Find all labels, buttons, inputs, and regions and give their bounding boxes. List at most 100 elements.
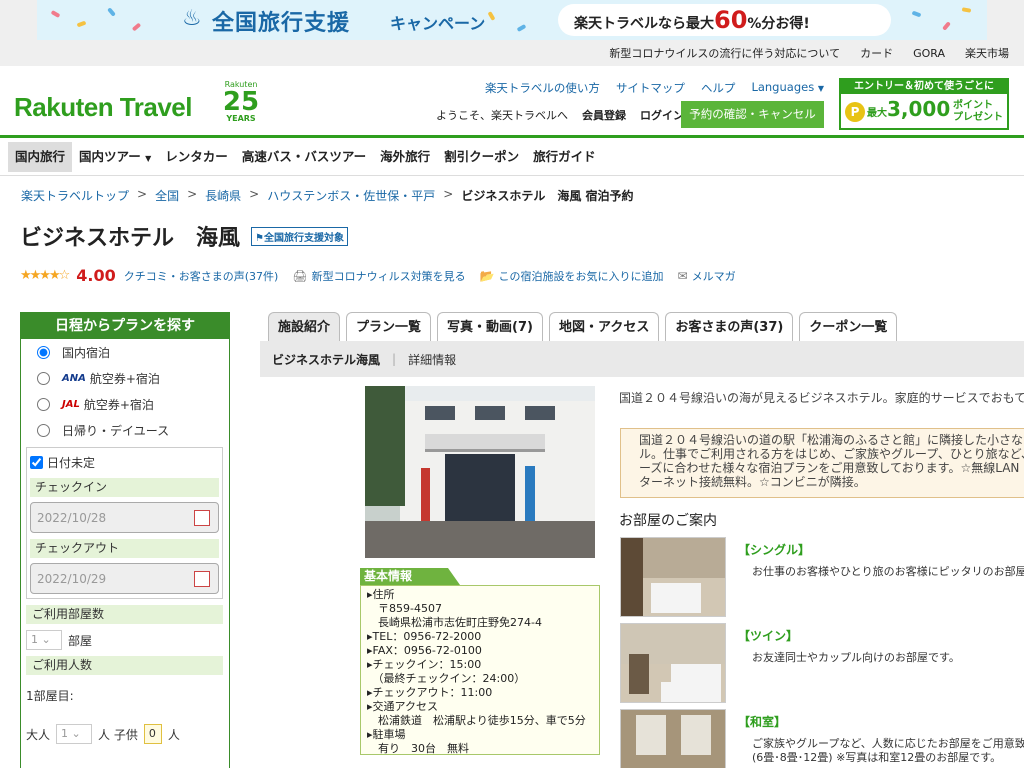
tab-reviews[interactable]: お客さまの声(37) (665, 312, 794, 341)
topnav-covid-link[interactable]: 新型コロナウイルスの流行に伴う対応について (609, 45, 840, 61)
room-photo-washitsu[interactable] (620, 709, 726, 768)
room-bed (651, 583, 701, 613)
photo-window (525, 406, 555, 420)
room-photo-single[interactable] (620, 537, 726, 617)
option-ana-flight-stay[interactable]: ANA 航空券+宿泊 (21, 365, 229, 391)
reservation-confirm-button[interactable]: 予約の確認・キャンセル (681, 101, 824, 128)
room-text-line: ご家族やグループなど、人数に応じたお部屋をご用意致します。 (752, 737, 1024, 750)
photo-tree (365, 386, 405, 506)
option-label: 国内宿泊 (62, 345, 111, 360)
languages-dropdown[interactable]: Languages ▼ (751, 80, 824, 96)
room-text: ご家族やグループなど、人数に応じたお部屋をご用意致します。(6畳･8畳･12畳)… (752, 737, 1024, 765)
room-shoji (681, 715, 711, 755)
mailmag-link[interactable]: メルマガ (692, 268, 736, 284)
option-domestic-stay[interactable]: 国内宿泊 (21, 339, 229, 365)
basic-info-line: ▸住所 (367, 588, 395, 601)
campaign-banner[interactable]: ♨ 全国旅行支援 キャンペーン 楽天トラベルなら最大60%分お得! ▶ (37, 0, 987, 40)
adult-select[interactable]: 1 ⌄ (56, 724, 93, 744)
subtab-bar: ビジネスホテル海風 | 詳細情報 (260, 341, 1024, 377)
subtab-sep: | (392, 352, 397, 366)
sitemap-link[interactable]: サイトマップ (616, 80, 685, 96)
rooms-unit: 部屋 (68, 633, 93, 648)
rakuten-travel-logo[interactable]: Rakuten Travel (14, 92, 192, 123)
rooms-count-select[interactable]: 1 ⌄ (26, 630, 62, 650)
promo-point: ポイント (953, 100, 993, 111)
radio-ana[interactable] (37, 371, 50, 385)
option-jal-flight-stay[interactable]: JAL 航空券+宿泊 (21, 391, 229, 417)
radio-jal[interactable] (37, 397, 50, 411)
topnav-gora-link[interactable]: GORA (913, 47, 945, 60)
basic-info-line: 〒859-4507 (367, 602, 442, 615)
tab-facility-intro[interactable]: 施設紹介 (268, 312, 341, 341)
confetti-decoration (131, 22, 142, 32)
option-label: 航空券+宿泊 (89, 371, 160, 386)
header-links: 楽天トラベルの使い方 サイトマップ ヘルプ Languages ▼ (485, 80, 824, 96)
covid-measures-link[interactable]: 新型コロナウィルス対策を見る (312, 268, 466, 284)
rooms-count-value: 1 (31, 633, 38, 646)
tab-map[interactable]: 地図・アクセス (548, 312, 660, 341)
years-label: YEARS (226, 114, 256, 123)
travel-support-tag[interactable]: ⚑全国旅行支援対象 (251, 227, 348, 246)
sidebar-title: 日程からプランを探す (21, 313, 229, 339)
radio-dayuse[interactable] (37, 423, 50, 437)
checkin-input[interactable]: 2022/10/28 (30, 502, 219, 533)
subtab-details[interactable]: 詳細情報 (408, 351, 456, 368)
photo-banner-flag (421, 468, 430, 523)
promo-max: 最大 (867, 108, 887, 119)
add-favorite-link[interactable]: この宿泊施設をお気に入りに追加 (499, 268, 664, 284)
help-link[interactable]: ヘルプ (701, 80, 736, 96)
years-number: 25 (222, 87, 260, 117)
tab-coupons[interactable]: クーポン一覧 (799, 312, 898, 341)
point-promo-banner[interactable]: エントリー＆初めて使うごとに P 最大3,000 ポイント プレゼント (839, 78, 1009, 130)
gnav-rentacar[interactable]: レンタカー (158, 142, 235, 172)
breadcrumb-sep: > (187, 187, 198, 201)
25-years-badge: Rakuten 25 YEARS (221, 81, 261, 123)
checkout-input[interactable]: 2022/10/29 (30, 563, 219, 594)
gnav-overseas[interactable]: 海外旅行 (373, 142, 437, 172)
option-dayuse[interactable]: 日帰り・デイユース (21, 417, 229, 443)
room-item: 【シングル】 お仕事のお客様やひとり旅のお客様にピッタリのお部屋です。 (620, 537, 1024, 617)
photo-canopy (425, 434, 545, 452)
subtab-hotel[interactable]: ビジネスホテル海風 (272, 351, 380, 368)
basic-info-line: ▸交通アクセス (367, 700, 438, 713)
date-undecided-checkbox[interactable]: 日付未定 (30, 452, 219, 472)
people-row: 大人 1 ⌄ 人 子供 0 人 (21, 704, 229, 744)
calendar-icon[interactable] (194, 510, 210, 526)
basic-info: 基本情報 ▸住所 〒859-4507 長崎県松浦市志佐町庄野免274-4 ▸TE… (360, 568, 600, 756)
confetti-decoration (50, 10, 61, 18)
topnav-card-link[interactable]: カード (860, 45, 893, 61)
confetti-decoration (76, 20, 87, 28)
reviews-link[interactable]: クチコミ・お客さまの声(37件) (124, 268, 279, 284)
confetti-decoration (516, 24, 527, 32)
tab-plans[interactable]: プラン一覧 (346, 312, 432, 341)
login-link[interactable]: ログイン (640, 107, 684, 123)
room-photo-twin[interactable] (620, 623, 726, 703)
howto-link[interactable]: 楽天トラベルの使い方 (485, 80, 600, 96)
gnav-domestic[interactable]: 国内旅行 (8, 141, 73, 172)
date-undecided-input[interactable] (30, 455, 43, 469)
breadcrumb-top[interactable]: 楽天トラベルトップ (21, 187, 129, 204)
gnav-guide[interactable]: 旅行ガイド (526, 142, 603, 172)
hotel-catchcopy: 国道２０４号線沿いの海が見えるビジネスホテル。家庭的サービスでおもてなし (619, 391, 1024, 405)
promo-present: プレゼント (953, 112, 1003, 123)
hotel-exterior-photo[interactable] (365, 386, 595, 558)
breadcrumb-area[interactable]: ハウステンボス・佐世保・平戸 (267, 187, 435, 204)
breadcrumb-nagasaki[interactable]: 長崎県 (205, 187, 241, 204)
checkout-value: 2022/10/29 (37, 572, 107, 586)
option-label: 日帰り・デイユース (62, 423, 170, 438)
checkout-label: チェックアウト (30, 539, 219, 558)
gnav-domestic-tour[interactable]: 国内ツアー ▼ (72, 142, 158, 172)
radio-domestic-stay[interactable] (37, 345, 50, 359)
gnav-bus[interactable]: 高速バス・バスツアー (235, 142, 373, 172)
room-name: 【和室】 (738, 715, 787, 729)
breadcrumb-nationwide[interactable]: 全国 (155, 187, 179, 204)
room-item: 【和室】 ご家族やグループなど、人数に応じたお部屋をご用意致します。(6畳･8畳… (620, 709, 1024, 768)
basic-info-line: ▸チェックアウト：11:00 (367, 686, 493, 699)
tab-photos[interactable]: 写真・動画(7) (437, 312, 543, 341)
calendar-icon[interactable] (194, 571, 210, 587)
register-link[interactable]: 会員登録 (582, 107, 626, 123)
welcome-text: ようこそ、楽天トラベルへ (436, 109, 568, 122)
child-input[interactable]: 0 (143, 724, 162, 744)
gnav-coupon[interactable]: 割引クーポン (437, 142, 526, 172)
topnav-ichiba-link[interactable]: 楽天市場 (965, 45, 1009, 61)
